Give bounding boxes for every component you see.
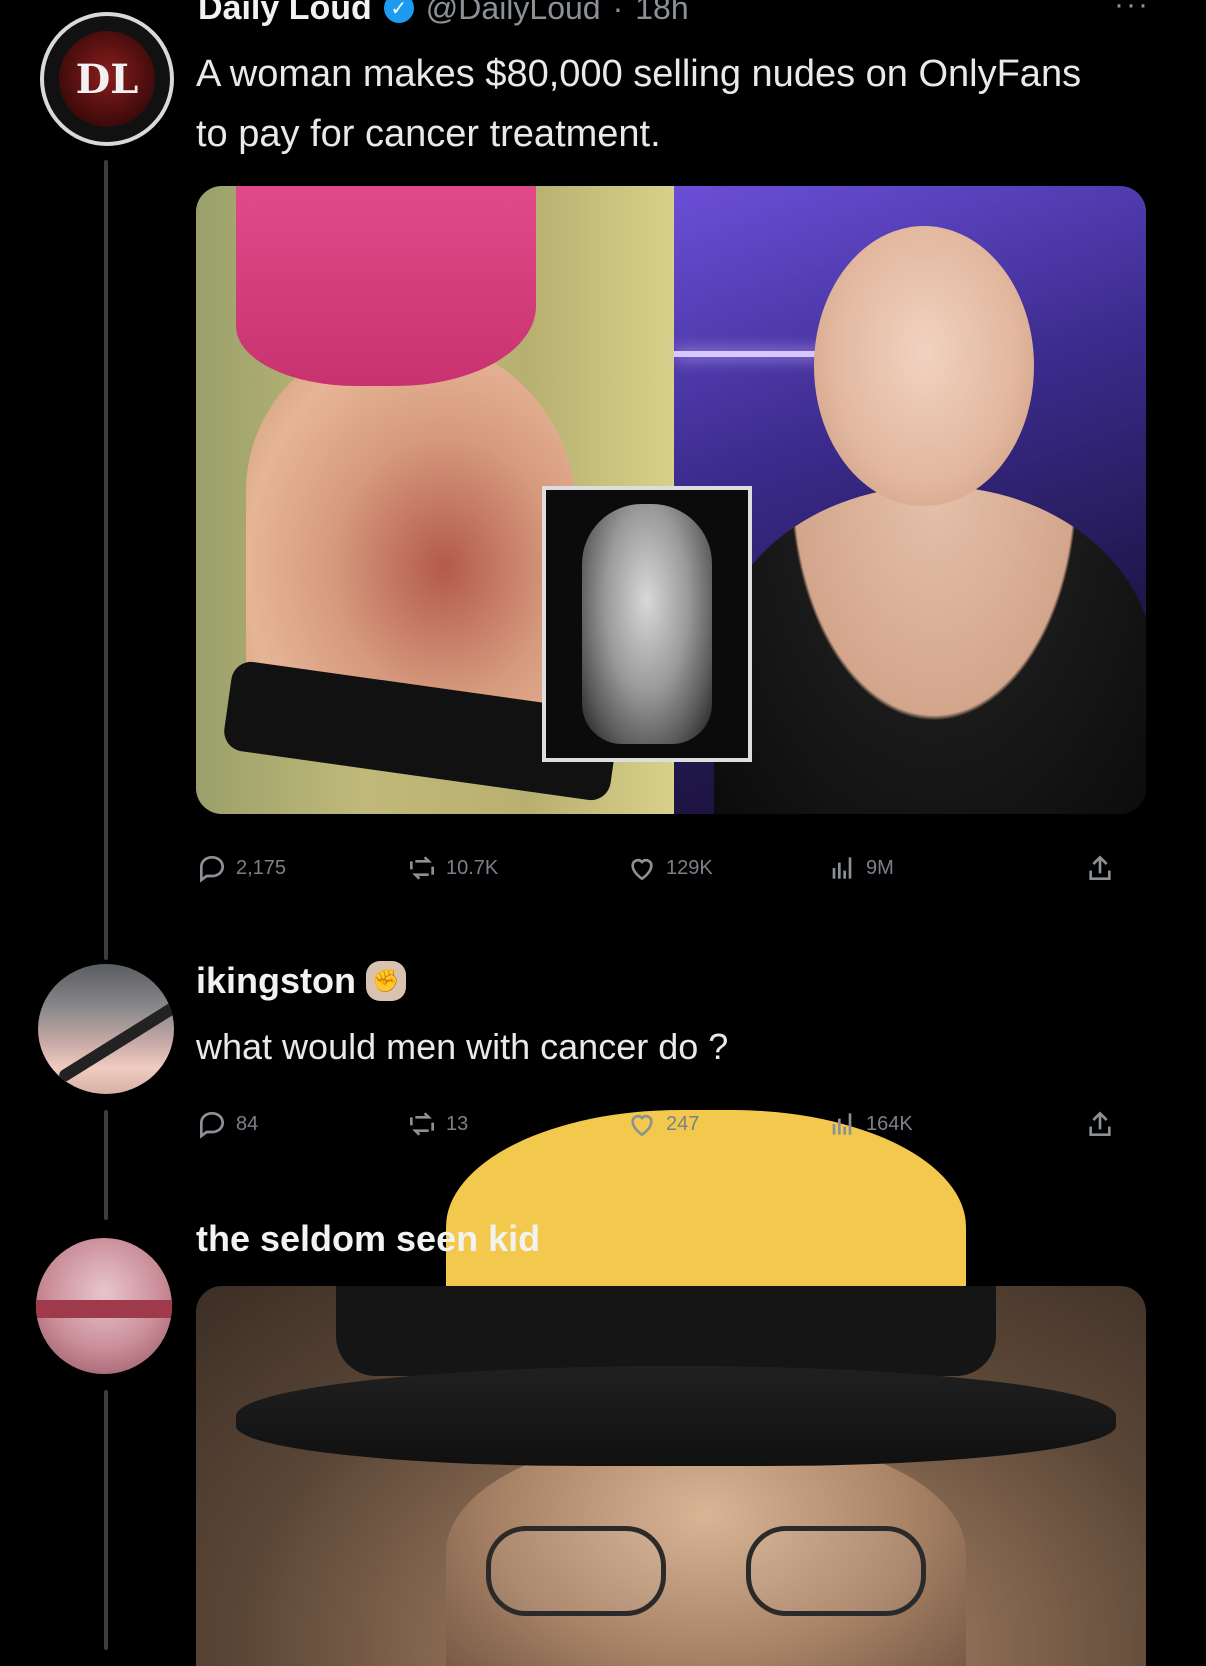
author-handle[interactable]: @DailyLoud	[426, 0, 601, 27]
glasses-lens-left	[486, 1526, 666, 1616]
author-name[interactable]: Daily Loud	[198, 0, 372, 28]
reply1-text: what would men with cancer do ?	[196, 1026, 729, 1067]
reply1-reply-button[interactable]: 84	[196, 1108, 406, 1140]
share-icon	[1089, 1111, 1111, 1136]
tweet-text: A woman makes $80,000 selling nudes on O…	[196, 53, 1082, 155]
thread-line-3	[104, 1390, 108, 1650]
reply1-header: ikingston ✊ 😲	[196, 960, 966, 1370]
flexed-fist-emoji: ✊	[366, 961, 406, 1001]
views-button[interactable]: 9M	[826, 852, 1066, 884]
views-icon	[832, 857, 852, 879]
reply2-header: the seldom seen kid	[196, 1218, 540, 1260]
thread-line-1	[104, 160, 108, 960]
like-button[interactable]: 129K	[626, 852, 826, 884]
views-count: 9M	[866, 856, 894, 879]
reply1-repost-button[interactable]: 13	[406, 1108, 626, 1140]
reply1-actions: 84 13 247 164K	[196, 1104, 1146, 1144]
avatar-seldom-seen-kid[interactable]	[36, 1238, 172, 1374]
photo-hat-brim	[236, 1366, 1116, 1466]
timestamp[interactable]: 18h	[635, 0, 688, 27]
more-icon[interactable]: ···	[1114, 0, 1150, 22]
thread-line-2	[104, 1110, 108, 1220]
reply-icon	[200, 1111, 225, 1139]
photo-shoulders	[714, 486, 1146, 814]
avatar-logo: DL	[59, 31, 155, 127]
reply1-views-button[interactable]: 164K	[826, 1108, 1066, 1140]
repost-icon	[410, 856, 434, 880]
reply1-like-button[interactable]: 247	[626, 1108, 826, 1140]
reply2-media[interactable]	[196, 1286, 1146, 1666]
reply1-repost-count: 13	[446, 1112, 469, 1135]
media-ct-scan	[542, 486, 752, 762]
repost-icon	[410, 1112, 434, 1136]
reply-icon	[200, 855, 225, 883]
repost-count: 10.7K	[446, 856, 499, 879]
avatar-band	[36, 1300, 172, 1318]
tweet-media[interactable]	[196, 186, 1146, 814]
reply1-reply-count: 84	[236, 1112, 259, 1135]
photo-hat-crown	[336, 1286, 996, 1376]
reply1-author-name[interactable]: ikingston	[196, 960, 356, 1002]
reply1-like-count: 247	[666, 1112, 700, 1135]
tweet-header: Daily Loud ✓ @DailyLoud · 18h ···	[198, 0, 1158, 32]
views-icon	[832, 1113, 852, 1135]
separator: ·	[612, 0, 624, 26]
avatar-streak	[56, 988, 174, 1084]
reply-button[interactable]: 2,175	[196, 852, 406, 884]
reply2-author-name[interactable]: the seldom seen kid	[196, 1218, 540, 1260]
glasses-lens-right	[746, 1526, 926, 1616]
reply-count: 2,175	[236, 856, 287, 879]
repost-button[interactable]: 10.7K	[406, 852, 626, 884]
scan-body	[582, 504, 712, 744]
avatar-ikingston[interactable]	[38, 964, 174, 1094]
avatar-daily-loud[interactable]: DL	[40, 12, 174, 146]
photo-shirt	[236, 186, 536, 386]
like-icon	[631, 858, 653, 881]
photo-glasses	[486, 1526, 926, 1616]
verified-badge-icon: ✓	[383, 0, 414, 23]
share-icon	[1089, 855, 1111, 880]
photo-head	[814, 226, 1034, 506]
reply1-text-row: what would men with cancer do ? 😂	[196, 1026, 966, 1436]
like-icon	[631, 1114, 653, 1137]
reply1-views-count: 164K	[866, 1112, 913, 1135]
share-button[interactable]	[1084, 852, 1116, 884]
like-count: 129K	[666, 856, 713, 879]
tweet-actions: 2,175 10.7K 129K 9M	[196, 848, 1146, 888]
reply1-share-button[interactable]	[1084, 1108, 1116, 1140]
